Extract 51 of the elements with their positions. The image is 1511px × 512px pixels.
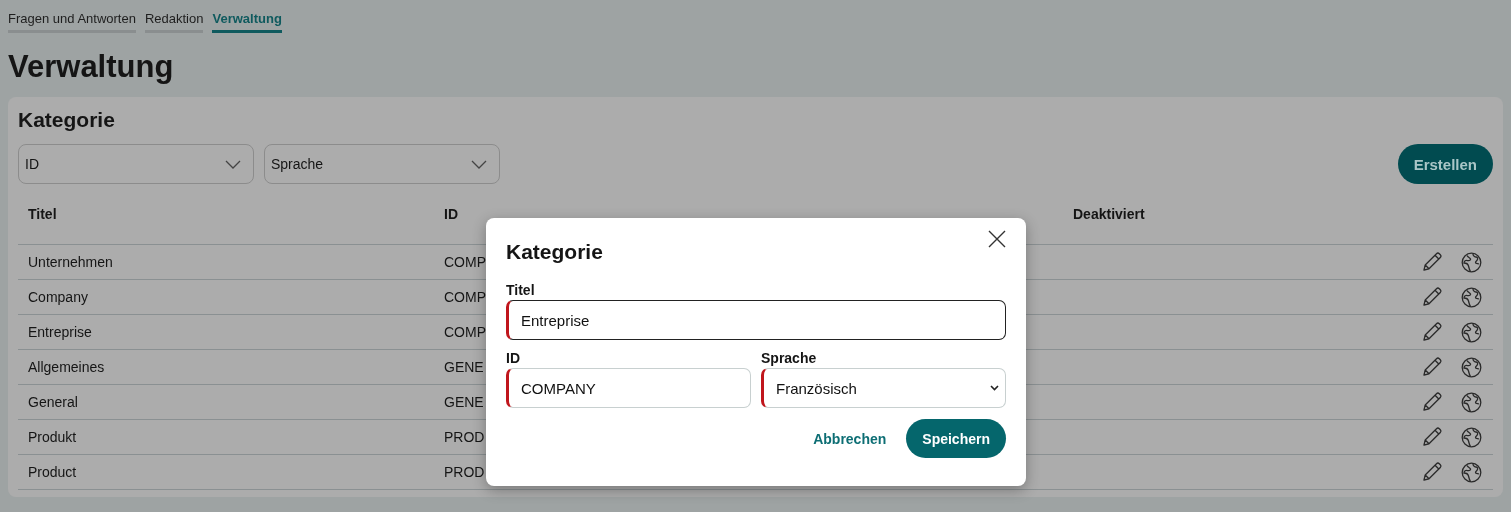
section-title: Kategorie (18, 107, 116, 133)
input-field[interactable]: Entreprise (506, 300, 1006, 340)
chevron-down-icon (990, 385, 999, 391)
filter-dropdown[interactable]: ID (18, 144, 254, 184)
column-header: Deaktiviert (1073, 206, 1145, 222)
filter-dropdown[interactable]: Sprache (264, 144, 500, 184)
table-cell: COMP (444, 254, 486, 270)
table-cell: General (28, 394, 78, 410)
pencil-icon[interactable] (1421, 321, 1443, 343)
dialog-title: Kategorie (506, 240, 603, 264)
chevron-down-icon (471, 159, 487, 169)
pencil-icon[interactable] (1421, 426, 1443, 448)
field-label: ID (506, 350, 521, 366)
globe-icon[interactable] (1461, 286, 1482, 308)
chevron-down-icon (225, 159, 241, 169)
table-cell: Unternehmen (28, 254, 113, 270)
table-cell: COMP (444, 289, 486, 305)
pencil-icon[interactable] (1421, 461, 1443, 483)
table-cell: Entreprise (28, 324, 92, 340)
pencil-icon[interactable] (1421, 286, 1443, 308)
globe-icon[interactable] (1461, 461, 1482, 483)
save-button[interactable]: Speichern (906, 419, 1006, 458)
field-label: Sprache (761, 350, 818, 366)
language-select[interactable]: Französisch (761, 368, 1006, 408)
table-cell: Product (28, 464, 77, 480)
globe-icon[interactable] (1461, 391, 1482, 413)
cancel-button[interactable]: Abbrechen (813, 430, 887, 447)
table-cell: PROD (444, 464, 485, 480)
pencil-icon[interactable] (1421, 356, 1443, 378)
nav-tab[interactable]: Redaktion (144, 8, 204, 33)
globe-icon[interactable] (1461, 251, 1482, 273)
page-title: Verwaltung (8, 49, 175, 85)
nav-tab[interactable]: Fragen und Antworten (8, 8, 136, 33)
table-cell: COMP (444, 324, 486, 340)
table-cell: Company (28, 289, 88, 305)
pencil-icon[interactable] (1421, 251, 1443, 273)
table-cell: GENE (444, 394, 484, 410)
globe-icon[interactable] (1461, 426, 1482, 448)
close-icon[interactable] (988, 230, 1006, 248)
field-label: Titel (506, 282, 536, 298)
column-header: ID (444, 206, 459, 222)
column-header: Titel (27, 206, 58, 222)
table-cell: Allgemeines (28, 359, 105, 375)
table-cell: PROD (444, 429, 485, 445)
create-button[interactable]: Erstellen (1397, 144, 1493, 184)
input-field[interactable]: COMPANY (506, 368, 751, 408)
globe-icon[interactable] (1461, 321, 1482, 343)
table-cell: GENE (444, 359, 484, 375)
table-cell: Produkt (28, 429, 77, 445)
pencil-icon[interactable] (1421, 391, 1443, 413)
globe-icon[interactable] (1461, 356, 1482, 378)
